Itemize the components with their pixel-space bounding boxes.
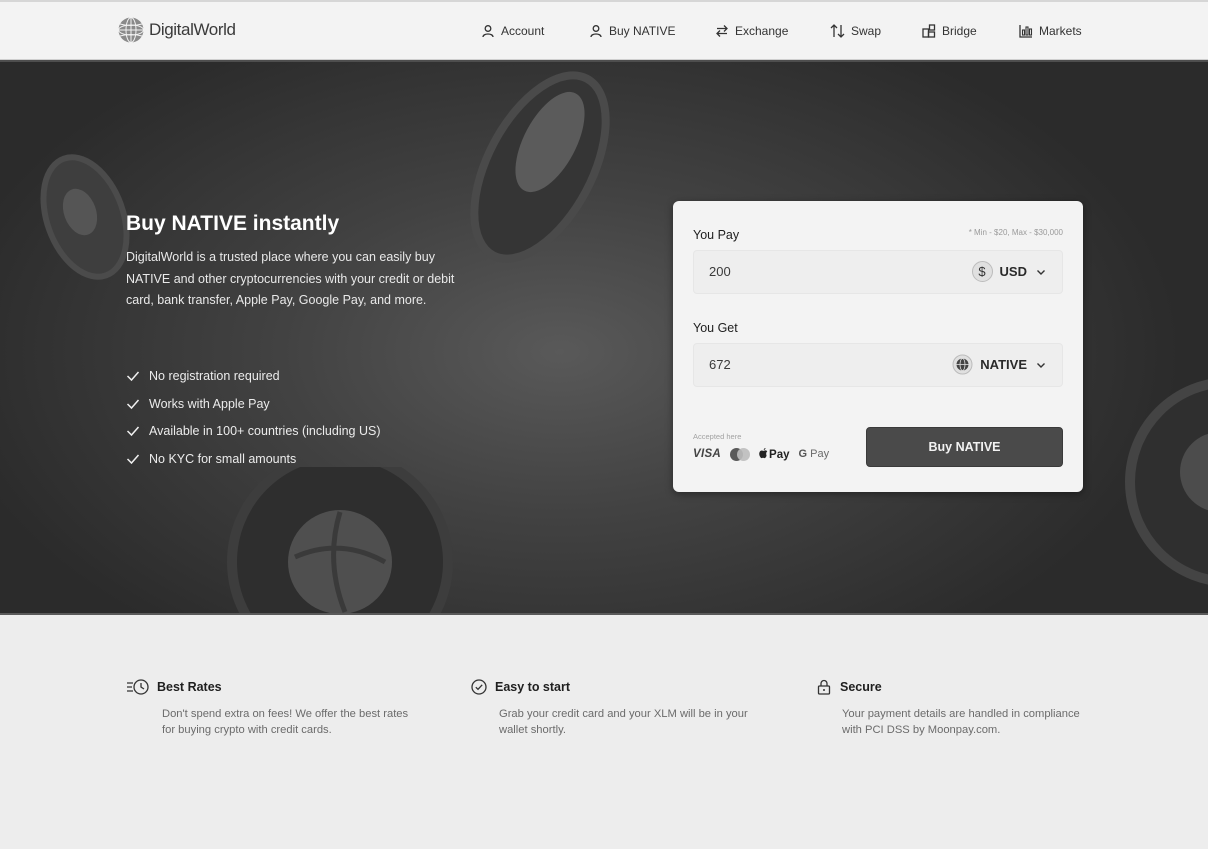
nav-account-label: Account	[501, 24, 545, 38]
google-pay-text: Pay	[810, 448, 830, 460]
logo-text: DigitalWorld	[149, 20, 236, 39]
nav-swap-label: Swap	[851, 24, 882, 38]
nav-bridge-label: Bridge	[942, 24, 977, 38]
user-icon	[482, 25, 494, 38]
hero-title: Buy NATIVE instantly	[126, 212, 340, 235]
pay-currency-select[interactable]: $ USD	[971, 261, 1048, 282]
get-amount-field[interactable]: 672 NATIVE	[693, 343, 1063, 387]
limits-note: * Min - $20, Max - $30,000	[968, 228, 1063, 237]
nav-swap[interactable]: Swap	[830, 2, 881, 60]
nav-exchange-label: Exchange	[735, 24, 789, 38]
google-pay-logo: G Pay	[799, 448, 830, 460]
feature-text: Available in 100+ countries (including U…	[149, 424, 381, 439]
get-currency-select[interactable]: NATIVE	[952, 354, 1048, 375]
google-g-text: G	[798, 448, 808, 460]
swap-icon	[830, 24, 845, 38]
top-navigation-bar: DigitalWorld Account Buy NATIVE Exchange…	[0, 0, 1208, 60]
apple-pay-logo: Pay	[759, 447, 790, 461]
get-amount-value[interactable]: 672	[709, 357, 731, 372]
buy-widget: You Pay * Min - $20, Max - $30,000 200 $…	[673, 201, 1083, 492]
coin-decoration-icon	[227, 467, 453, 613]
feature-text: No registration required	[149, 368, 280, 383]
check-circle-icon	[471, 679, 487, 695]
clock-list-icon	[127, 679, 149, 695]
nav-exchange[interactable]: Exchange	[715, 2, 788, 60]
you-get-label: You Get	[693, 321, 738, 335]
list-item: No KYC for small amounts	[126, 445, 381, 473]
nav-markets[interactable]: Markets	[1019, 2, 1082, 60]
feature-text: No KYC for small amounts	[149, 451, 297, 466]
list-item: No registration required	[126, 362, 381, 390]
feature-text: Works with Apple Pay	[149, 396, 270, 411]
chevron-down-icon	[1037, 362, 1045, 368]
hero-description: DigitalWorld is a trusted place where yo…	[126, 250, 455, 307]
globe-icon	[952, 354, 973, 375]
user-icon	[590, 25, 602, 38]
globe-logo-icon	[118, 17, 144, 43]
dollar-icon: $	[971, 261, 993, 282]
apple-pay-text: Pay	[769, 449, 790, 461]
info-secure: Secure Your payment details are handled …	[815, 677, 1095, 738]
accepted-here-label: Accepted here	[693, 432, 742, 441]
bridge-icon	[922, 24, 936, 38]
nav-markets-label: Markets	[1039, 24, 1082, 38]
pay-currency-code: USD	[999, 264, 1027, 279]
payment-methods: VISA Pay G Pay	[693, 447, 829, 461]
info-text: Don't spend extra on fees! We offer the …	[162, 708, 409, 736]
lock-icon	[817, 679, 831, 695]
info-easy-to-start: Easy to start Grab your credit card and …	[470, 677, 760, 738]
nav-buy-native-label: Buy NATIVE	[609, 24, 676, 38]
coin-decoration-icon	[1125, 379, 1208, 585]
feature-list: No registration required Works with Appl…	[126, 362, 381, 473]
info-title: Secure	[840, 680, 882, 694]
info-title: Easy to start	[495, 680, 571, 694]
coin-decoration-icon	[470, 71, 610, 263]
info-text: Your payment details are handled in comp…	[842, 708, 1080, 736]
logo[interactable]: DigitalWorld	[117, 16, 236, 44]
nav-account[interactable]: Account	[481, 2, 544, 60]
pay-amount-field[interactable]: 200 $ USD	[693, 250, 1063, 294]
get-currency-code: NATIVE	[980, 357, 1027, 372]
apple-icon	[759, 448, 768, 459]
nav-bridge[interactable]: Bridge	[922, 2, 977, 60]
list-item: Works with Apple Pay	[126, 390, 381, 418]
check-icon	[126, 371, 140, 381]
info-title: Best Rates	[157, 680, 222, 694]
check-icon	[126, 399, 140, 409]
info-text: Grab your credit card and your XLM will …	[499, 708, 748, 736]
coin-decoration-icon	[40, 154, 130, 280]
check-icon	[126, 454, 140, 465]
nav-buy-native[interactable]: Buy NATIVE	[589, 2, 675, 60]
list-item: Available in 100+ countries (including U…	[126, 417, 381, 445]
check-icon	[126, 426, 140, 437]
exchange-icon	[716, 25, 728, 37]
mastercard-icon	[730, 447, 751, 461]
hero-section: Buy NATIVE instantly DigitalWorld is a t…	[0, 60, 1208, 615]
pay-amount-value[interactable]: 200	[709, 264, 731, 279]
chevron-down-icon	[1037, 269, 1045, 275]
info-best-rates: Best Rates Don't spend extra on fees! We…	[126, 677, 408, 738]
you-pay-label: You Pay	[693, 228, 740, 242]
visa-logo: VISA	[693, 448, 722, 460]
markets-icon	[1019, 25, 1033, 38]
buy-native-button[interactable]: Buy NATIVE	[866, 427, 1063, 467]
